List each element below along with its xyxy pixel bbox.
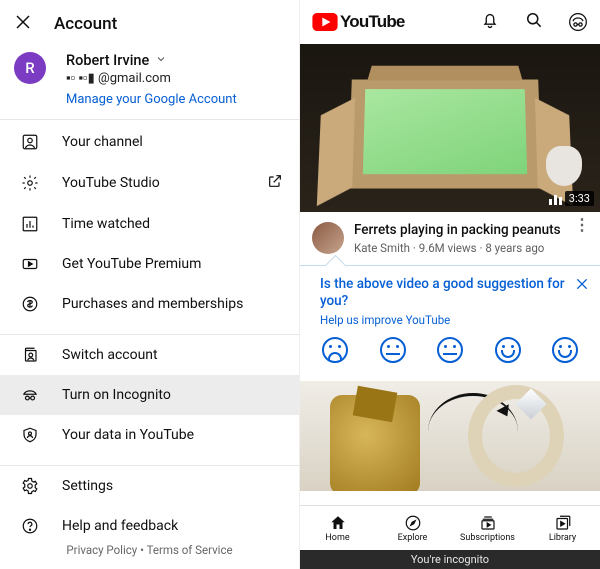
incognito-bar: You're incognito (300, 550, 600, 569)
feedback-card: Is the above video a good suggestion for… (300, 265, 600, 375)
menu-your-channel[interactable]: Your channel (0, 122, 299, 162)
external-link-icon (267, 173, 283, 193)
page-title: Account (54, 14, 117, 34)
person-box-icon (20, 133, 40, 151)
menu-settings[interactable]: Settings (0, 466, 299, 506)
menu-label: Time watched (62, 216, 283, 232)
video-subtext: Kate Smith · 9.6M views · 8 years ago (354, 241, 561, 255)
menu-premium[interactable]: Get YouTube Premium (0, 244, 299, 284)
menu-label: Turn on Incognito (62, 387, 283, 403)
playing-indicator-icon (549, 195, 562, 205)
menu-studio[interactable]: YouTube Studio (0, 162, 299, 204)
rating-face-1[interactable] (322, 337, 348, 363)
youtube-logo[interactable]: YouTube (312, 12, 405, 32)
menu-label: Your channel (62, 134, 283, 150)
menu-purchases[interactable]: Purchases and memberships (0, 284, 299, 324)
rating-face-2[interactable] (380, 337, 406, 363)
footer-links[interactable]: Privacy Policy • Terms of Service (0, 543, 299, 557)
close-icon[interactable] (574, 276, 590, 296)
profile-name: Robert Irvine (66, 52, 149, 69)
settings-icon (20, 477, 40, 495)
menu-label: Get YouTube Premium (62, 256, 283, 272)
nav-library[interactable]: Library (525, 506, 600, 550)
incognito-avatar-icon[interactable] (568, 12, 588, 32)
menu-help[interactable]: Help and feedback (0, 506, 299, 546)
bar-chart-icon (20, 215, 40, 233)
video-more-icon[interactable]: ⋮ (574, 222, 590, 255)
profile-block[interactable]: R Robert Irvine ▪▫ ▪▫▮ @gmail.com Manage… (0, 48, 299, 109)
nav-explore[interactable]: Explore (375, 506, 450, 550)
incognito-icon (20, 386, 40, 404)
video-meta-row[interactable]: Ferrets playing in packing peanuts Kate … (300, 212, 600, 261)
video-duration: 3:33 (565, 191, 594, 206)
account-menu-pane: Account R Robert Irvine ▪▫ ▪▫▮ @gmail.co… (0, 0, 300, 569)
rating-face-4[interactable] (495, 337, 521, 363)
feedback-question: Is the above video a good suggestion for… (320, 276, 586, 311)
menu-your-data[interactable]: Your data in YouTube (0, 415, 299, 455)
channel-avatar[interactable] (312, 222, 344, 254)
close-icon[interactable] (14, 13, 32, 35)
shield-person-icon (20, 426, 40, 444)
avatar: R (14, 52, 46, 84)
youtube-topbar: YouTube (300, 0, 600, 44)
menu-label: Help and feedback (62, 518, 283, 534)
rating-face-3[interactable] (437, 337, 463, 363)
menu-turn-on-incognito[interactable]: Turn on Incognito (0, 375, 299, 415)
gear-icon (20, 174, 40, 192)
menu-label: Your data in YouTube (62, 427, 283, 443)
bottom-nav: Home Explore Subscriptions Library (300, 505, 600, 550)
profile-email: ▪▫ ▪▫▮ @gmail.com (66, 70, 237, 86)
search-icon[interactable] (524, 10, 544, 34)
menu-time-watched[interactable]: Time watched (0, 204, 299, 244)
help-icon (20, 517, 40, 535)
feedback-help-link[interactable]: Help us improve YouTube (320, 313, 586, 327)
menu-label: Purchases and memberships (62, 296, 283, 312)
menu-label: Settings (62, 478, 283, 494)
menu-switch-account[interactable]: Switch account (0, 335, 299, 375)
video-title: Ferrets playing in packing peanuts (354, 222, 561, 239)
youtube-wordmark: YouTube (340, 12, 405, 32)
video-thumbnail-1[interactable]: 3:33 (300, 44, 600, 212)
video-thumbnail-2[interactable] (300, 381, 600, 491)
nav-subscriptions[interactable]: Subscriptions (450, 506, 525, 550)
manage-account-link[interactable]: Manage your Google Account (66, 92, 237, 107)
youtube-feed-pane: YouTube 3:33 Ferrets playing in packing … (300, 0, 600, 569)
menu-label: Switch account (62, 347, 283, 363)
chevron-down-icon[interactable] (155, 52, 167, 69)
nav-home[interactable]: Home (300, 506, 375, 550)
play-rect-icon (20, 255, 40, 273)
rating-face-5[interactable] (552, 337, 578, 363)
switch-account-icon (20, 346, 40, 364)
menu-label: YouTube Studio (62, 175, 267, 191)
notifications-icon[interactable] (480, 10, 500, 34)
dollar-icon (20, 295, 40, 313)
